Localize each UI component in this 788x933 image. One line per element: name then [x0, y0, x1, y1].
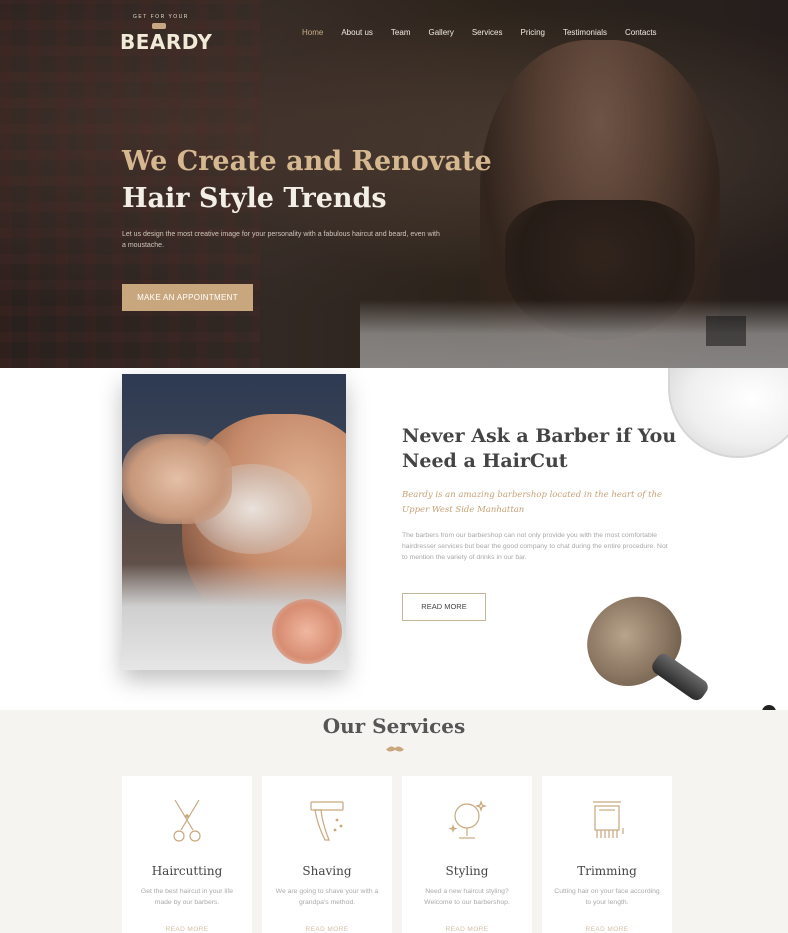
service-title: Styling [445, 864, 489, 878]
hero-decor-box [706, 316, 746, 346]
photo-ear [272, 599, 342, 664]
service-desc: Get the best haircut in your life made b… [140, 888, 234, 906]
about-read-more-button[interactable]: READ MORE [402, 593, 486, 621]
shaving-brush-handle [649, 650, 711, 704]
nav-item-contacts[interactable]: Contacts [625, 28, 657, 37]
hero-subtitle: Let us design the most creative image fo… [122, 231, 440, 249]
service-card-styling[interactable]: Styling Need a new haircut styling? Welc… [402, 776, 532, 933]
service-read-more-link[interactable]: READ MORE [122, 926, 252, 933]
shaving-bowl-image [668, 368, 788, 458]
main-nav: Home About us Team Gallery Services Pric… [302, 28, 675, 37]
service-title: Shaving [302, 864, 352, 878]
service-title: Haircutting [151, 864, 223, 878]
mustache-divider-icon [386, 746, 404, 752]
services-section: Our Services Haircutting Get the best ha… [0, 710, 788, 933]
nav-item-gallery[interactable]: Gallery [428, 28, 453, 37]
about-heading: Never Ask a Barber if You Need a HairCut [402, 425, 677, 472]
nav-item-services[interactable]: Services [472, 28, 503, 37]
nav-item-testimonials[interactable]: Testimonials [563, 28, 607, 37]
trimmer-icon [593, 801, 624, 838]
service-card-haircutting[interactable]: Haircutting Get the best haircut in your… [122, 776, 252, 933]
service-desc: We are going to shave your with a grandp… [275, 888, 379, 906]
service-read-more-link[interactable]: READ MORE [542, 926, 672, 933]
service-card-shaving[interactable]: Shaving We are going to shave your with … [262, 776, 392, 933]
mirror-icon [448, 800, 487, 839]
service-read-more-link[interactable]: READ MORE [262, 926, 392, 933]
logo-mustache-badge [152, 23, 166, 29]
site-logo[interactable]: GET FOR YOUR BEARDY [120, 14, 212, 58]
about-section: Never Ask a Barber if You Need a HairCut… [0, 368, 788, 710]
nav-item-home[interactable]: Home [302, 28, 323, 37]
service-read-more-link[interactable]: READ MORE [402, 926, 532, 933]
make-appointment-button[interactable]: MAKE AN APPOINTMENT [122, 284, 253, 311]
hero-overlay [0, 0, 788, 368]
service-desc: Need a new haircut styling? Welcome to o… [424, 888, 510, 906]
razor-icon [310, 801, 344, 841]
scissors-icon [173, 799, 201, 842]
nav-item-about-us[interactable]: About us [341, 28, 373, 37]
about-body: The barbers from our barbershop can not … [402, 532, 668, 561]
about-lead: Beardy is an amazing barbershop located … [402, 490, 663, 515]
service-title: Trimming [577, 864, 637, 878]
services-title: Our Services [322, 714, 466, 738]
hero-section: GET FOR YOUR BEARDY Home About us Team G… [0, 0, 788, 368]
shaving-photo [122, 374, 346, 670]
hero-title-line1: We Create and Renovate [122, 146, 492, 177]
nav-item-pricing[interactable]: Pricing [521, 28, 545, 37]
logo-tagline: GET FOR YOUR [133, 14, 189, 20]
service-desc: Cutting hair on your face according to y… [554, 888, 660, 906]
service-card-trimming[interactable]: Trimming Cutting hair on your face accor… [542, 776, 672, 933]
nav-item-team[interactable]: Team [391, 28, 411, 37]
logo-name: BEARDY [120, 30, 213, 54]
photo-hand [122, 434, 232, 524]
hero-title-line2: Hair Style Trends [122, 183, 387, 214]
